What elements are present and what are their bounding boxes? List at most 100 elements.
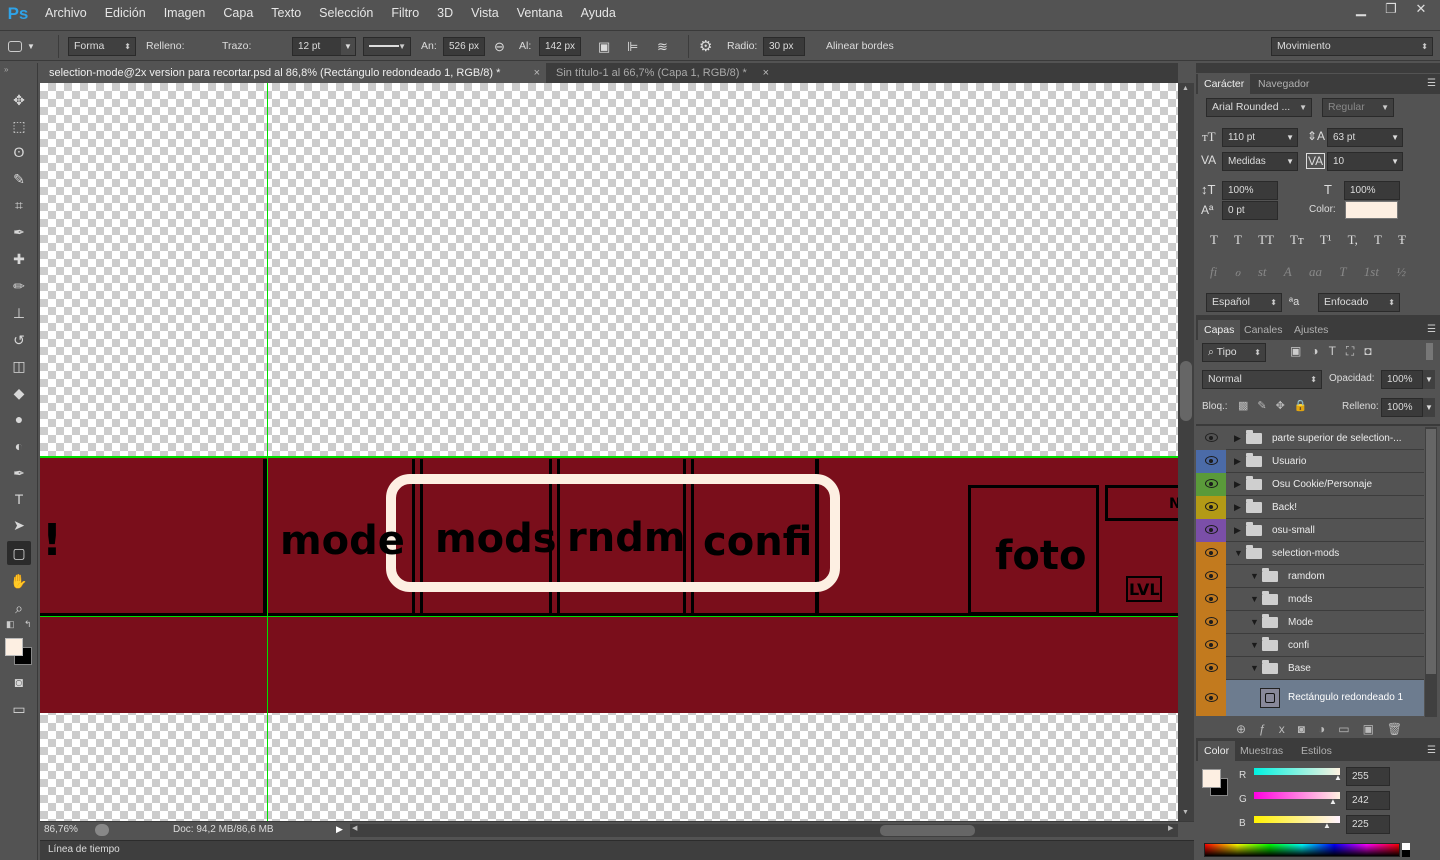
minimize-button[interactable]: ▁	[1346, 0, 1376, 20]
rounded-rect-icon[interactable]: ▢	[7, 541, 31, 565]
hand-icon[interactable]: ✋	[7, 569, 31, 593]
visibility-eye-icon[interactable]	[1205, 548, 1218, 557]
visibility-eye-icon[interactable]	[1205, 571, 1218, 580]
marquee-icon[interactable]: ⬚	[7, 114, 31, 138]
height-field[interactable]: 142 px	[539, 37, 581, 56]
history-brush-icon[interactable]: ↺	[7, 328, 31, 352]
zoom-icon[interactable]: ⌕	[7, 596, 31, 620]
pen-icon[interactable]: ✒	[7, 461, 31, 485]
status-share-icon[interactable]	[95, 824, 109, 836]
radius-field[interactable]: 30 px	[763, 37, 805, 56]
path-alignment-icon[interactable]: ⊫	[627, 37, 638, 56]
kerning-field[interactable]: Medidas ▼	[1222, 152, 1298, 171]
layer-name[interactable]: selection-mods	[1272, 542, 1339, 565]
g-slider[interactable]	[1254, 792, 1340, 799]
close-button[interactable]: ✕	[1406, 0, 1436, 20]
horizontal-guide[interactable]	[40, 456, 1178, 458]
tab-navegador[interactable]: Navegador	[1252, 74, 1315, 94]
r-slider-handle[interactable]: ▲	[1334, 773, 1342, 782]
layer-name[interactable]: parte superior de selection-...	[1272, 427, 1402, 450]
font-size-field[interactable]: 110 pt ▼	[1222, 128, 1298, 147]
expand-arrow-icon[interactable]: ▼	[1250, 640, 1259, 650]
visibility-eye-icon[interactable]	[1205, 640, 1218, 649]
healing-icon[interactable]: ✚	[7, 247, 31, 271]
scroll-thumb[interactable]	[880, 825, 975, 836]
tool-preset-picker[interactable]: ▼	[8, 37, 44, 56]
zoom-level[interactable]: 86,76%	[44, 824, 78, 835]
layer-name[interactable]: osu-small	[1272, 519, 1315, 542]
close-tab-icon[interactable]: ×	[534, 63, 540, 83]
tab-estilos[interactable]: Estilos	[1295, 741, 1338, 761]
layer-row[interactable]: ▼ mods	[1196, 588, 1424, 611]
expand-arrow-icon[interactable]: ▼	[1250, 663, 1259, 673]
paint-bucket-icon[interactable]: ◆	[7, 381, 31, 405]
swap-colors-icon[interactable]: ↰	[24, 619, 32, 630]
layer-name[interactable]: Usuario	[1272, 450, 1306, 473]
layer-row[interactable]: ▼ Mode	[1196, 611, 1424, 634]
g-field[interactable]: 242	[1346, 791, 1390, 810]
layer-name[interactable]: Osu Cookie/Personaje	[1272, 473, 1372, 496]
menu-10[interactable]: Ayuda	[572, 0, 625, 27]
tab-muestras[interactable]: Muestras	[1234, 741, 1289, 761]
path-arrangement-icon[interactable]: ≋	[657, 37, 668, 56]
timeline-panel[interactable]: Línea de tiempo	[40, 840, 1194, 860]
opentype-button[interactable]: aa	[1309, 264, 1322, 280]
font-family-dropdown[interactable]: Arial Rounded ... ▼	[1206, 98, 1312, 117]
layer-row[interactable]: ▶ Usuario	[1196, 450, 1424, 473]
path-operations-icon[interactable]: ▣	[598, 37, 610, 56]
visibility-eye-icon[interactable]	[1205, 456, 1218, 465]
shape-mode-dropdown[interactable]: Forma ⬍	[68, 37, 136, 56]
color-spectrum[interactable]	[1204, 843, 1400, 857]
menu-3[interactable]: Capa	[214, 0, 262, 27]
filter-toggle[interactable]	[1426, 343, 1433, 360]
brush-icon[interactable]: ✏	[7, 274, 31, 298]
layer-filter-icons[interactable]: ▣◑T⛶◘	[1290, 344, 1382, 359]
opentype-button[interactable]: ½	[1396, 264, 1406, 280]
opacity-field[interactable]: 100%	[1381, 370, 1423, 389]
blend-mode-dropdown[interactable]: Normal ⬍	[1202, 370, 1322, 389]
text-style-button[interactable]: Ŧ	[1398, 232, 1406, 248]
fill-field[interactable]: 100%	[1381, 398, 1423, 417]
layer-row[interactable]: ▶ parte superior de selection-...	[1196, 427, 1424, 450]
eyedropper-icon[interactable]: ✒	[7, 220, 31, 244]
blur-icon[interactable]: ●	[7, 407, 31, 431]
visibility-eye-icon[interactable]	[1205, 479, 1218, 488]
layer-actions[interactable]: ⊕ƒx◙◑▭▣🗑	[1236, 722, 1415, 736]
width-field[interactable]: 526 px	[443, 37, 485, 56]
text-style-button[interactable]: T	[1234, 232, 1242, 248]
tab-color[interactable]: Color	[1198, 741, 1236, 761]
b-field[interactable]: 225	[1346, 815, 1390, 834]
tab-sin-titulo[interactable]: Sin título-1 al 66,7% (Capa 1, RGB/8) * ×	[547, 63, 775, 83]
r-slider[interactable]	[1254, 768, 1340, 775]
text-style-button[interactable]: Tт	[1290, 232, 1304, 248]
layer-row[interactable]: ▼ selection-mods	[1196, 542, 1424, 565]
menu-5[interactable]: Selección	[310, 0, 382, 27]
panel-menu-icon[interactable]: ☰	[1427, 78, 1436, 89]
visibility-eye-icon[interactable]	[1205, 617, 1218, 626]
timeline-label[interactable]: Línea de tiempo	[48, 844, 120, 855]
layer-row[interactable]: ▼ confi	[1196, 634, 1424, 657]
opentype-button[interactable]: A	[1284, 264, 1292, 280]
type-icon[interactable]: T	[7, 487, 31, 511]
expand-arrow-icon[interactable]: ▼	[1234, 548, 1243, 558]
collapse-toolbar-icon[interactable]: »	[4, 65, 8, 74]
layer-filter-dropdown[interactable]: ⌕ Tipo ⬍	[1202, 343, 1266, 362]
stroke-type-dropdown[interactable]: ▼	[363, 37, 411, 56]
tracking-field[interactable]: 10 ▼	[1327, 152, 1403, 171]
g-slider-handle[interactable]: ▲	[1329, 797, 1337, 806]
expand-arrow-icon[interactable]: ▼	[1250, 617, 1259, 627]
opentype-button[interactable]: ℴ	[1235, 264, 1241, 280]
horizontal-scrollbar[interactable]: ◀ ▶	[350, 824, 1178, 837]
move-icon[interactable]: ✥	[7, 88, 31, 112]
menu-7[interactable]: 3D	[428, 0, 462, 27]
layer-row[interactable]: ▶ Osu Cookie/Personaje	[1196, 473, 1424, 496]
opentype-button[interactable]: 1st	[1364, 264, 1379, 280]
document-canvas[interactable]: ! mode mods rndm confi foto N LVL	[40, 83, 1178, 821]
menu-9[interactable]: Ventana	[508, 0, 572, 27]
leading-field[interactable]: 63 pt ▼	[1327, 128, 1403, 147]
path-select-icon[interactable]: ➤	[7, 513, 31, 537]
fill-dropdown-icon[interactable]: ▼	[1423, 398, 1435, 417]
stamp-icon[interactable]: ⊥	[7, 301, 31, 325]
expand-arrow-icon[interactable]: ▶	[1234, 502, 1241, 513]
layer-name[interactable]: confi	[1288, 634, 1309, 657]
